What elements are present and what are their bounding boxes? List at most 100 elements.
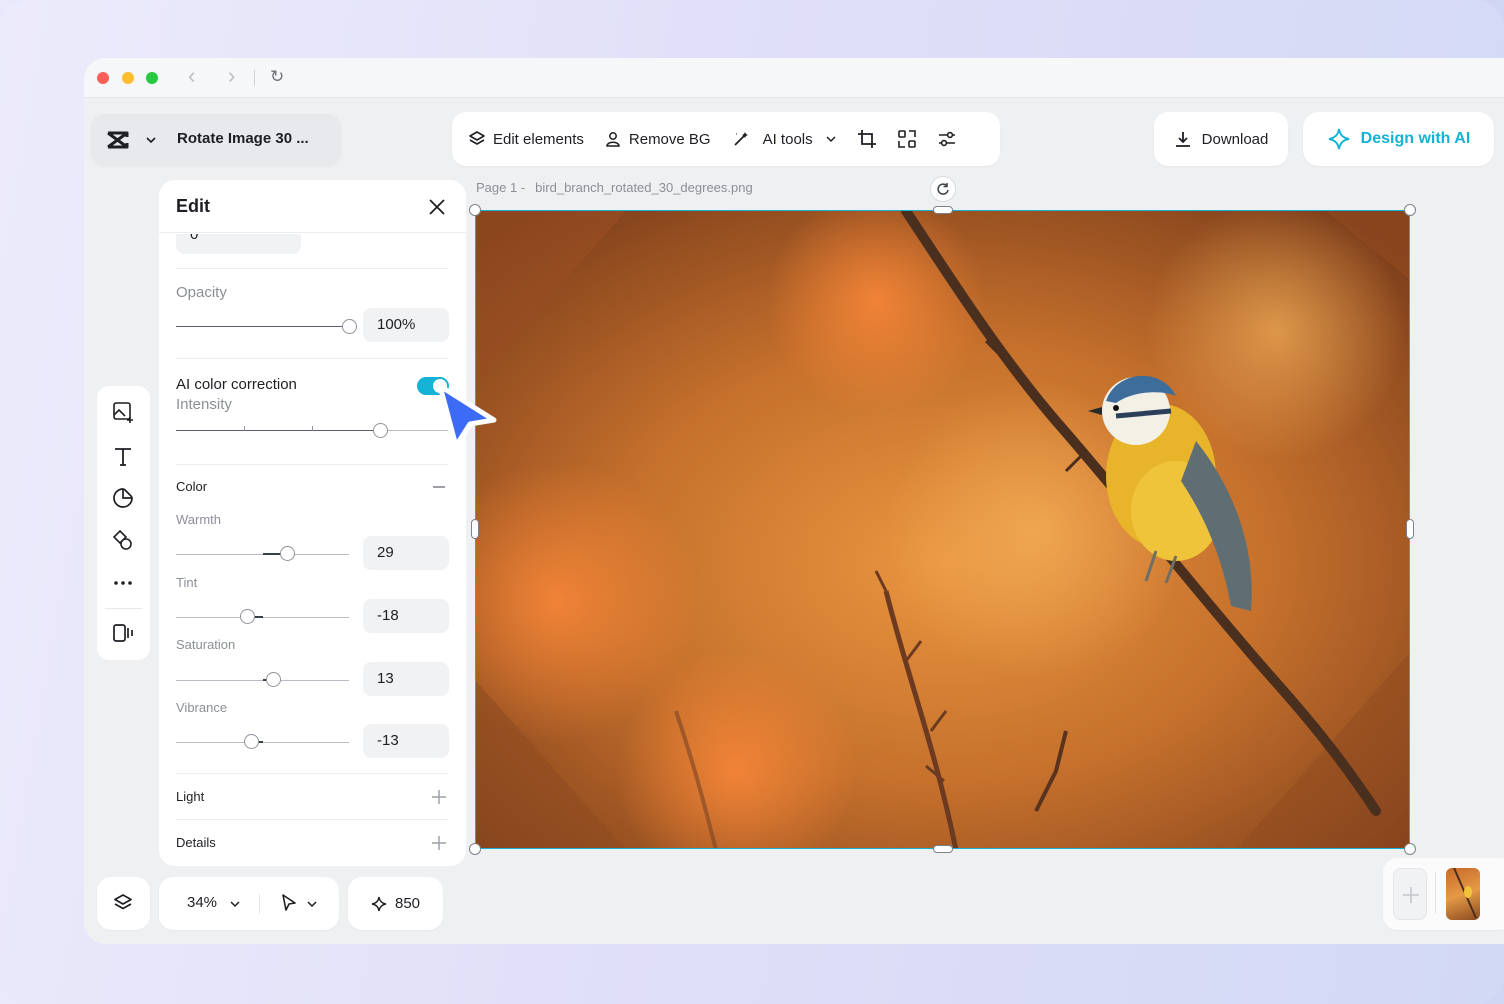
back-icon[interactable]: ‹	[188, 63, 195, 89]
design-with-ai-label: Design with AI	[1360, 130, 1471, 147]
chevron-down-icon[interactable]	[306, 898, 318, 910]
chevron-down-icon[interactable]	[145, 134, 157, 146]
minimize-window-button[interactable]	[122, 72, 134, 84]
header-divider	[159, 232, 466, 233]
expand-plus-icon[interactable]	[431, 789, 447, 805]
tint-label: Tint	[176, 575, 198, 590]
resize-handle[interactable]	[1404, 204, 1416, 216]
vibrance-value[interactable]: -13	[363, 724, 449, 758]
add-page-button[interactable]	[1393, 868, 1427, 920]
download-button[interactable]: Download	[1154, 112, 1288, 166]
bird-photo	[476, 211, 1409, 848]
sliders-icon	[938, 131, 955, 147]
credits-button[interactable]: 850	[348, 877, 443, 930]
saturation-slider-knob[interactable]	[266, 672, 281, 687]
project-menu[interactable]: Rotate Image 30 ...	[91, 114, 341, 166]
saturation-label: Saturation	[176, 637, 236, 652]
color-section-label: Color	[176, 479, 208, 494]
resize-handle[interactable]	[933, 206, 953, 214]
rotate-icon	[937, 183, 949, 195]
pointer-icon[interactable]	[279, 893, 299, 913]
divider	[176, 358, 448, 359]
edit-elements-button[interactable]: Edit elements	[462, 112, 590, 166]
adjust-button[interactable]	[931, 112, 963, 166]
page-thumbnail[interactable]	[1446, 868, 1480, 920]
person-icon	[606, 132, 620, 147]
add-image-icon[interactable]	[111, 400, 135, 424]
opacity-slider[interactable]	[176, 326, 350, 327]
shapes-icon[interactable]	[111, 528, 135, 552]
page-number: Page 1 -	[476, 180, 526, 195]
forward-icon[interactable]: ›	[228, 63, 235, 89]
more-icon[interactable]	[111, 571, 135, 595]
opacity-slider-knob[interactable]	[342, 319, 357, 334]
pages-icon[interactable]	[111, 621, 135, 645]
project-title: Rotate Image 30 ...	[177, 130, 309, 147]
light-section-label: Light	[176, 789, 205, 804]
remove-bg-button[interactable]: Remove BG	[598, 112, 717, 166]
vibrance-slider-knob[interactable]	[244, 734, 259, 749]
canvas-image[interactable]	[475, 210, 1410, 849]
rotate-handle[interactable]	[930, 176, 956, 202]
divider	[259, 894, 260, 914]
ai-sparkle-icon	[1328, 128, 1349, 150]
scan-icon	[897, 130, 916, 148]
tick-mark	[244, 426, 245, 431]
intensity-slider-knob[interactable]	[373, 423, 388, 438]
intensity-slider-fill	[176, 430, 380, 431]
page-thumbnails	[1383, 858, 1504, 930]
resize-handle[interactable]	[469, 204, 481, 216]
warmth-value[interactable]: 29	[363, 536, 449, 570]
download-icon	[1175, 132, 1190, 147]
file-name: bird_branch_rotated_30_degrees.png	[535, 180, 753, 195]
magic-wand-icon	[733, 132, 748, 146]
resize-handle[interactable]	[469, 843, 481, 855]
tint-slider-knob[interactable]	[240, 609, 255, 624]
warmth-label: Warmth	[176, 512, 222, 527]
saturation-value[interactable]: 13	[363, 662, 449, 696]
ai-tools-button[interactable]: AI tools	[725, 112, 843, 166]
divider	[176, 819, 448, 820]
layers-button[interactable]	[97, 877, 150, 930]
tint-value[interactable]: -18	[363, 599, 449, 633]
sparkle-icon	[371, 896, 387, 911]
text-icon[interactable]	[111, 444, 135, 468]
remove-bg-label: Remove BG	[628, 130, 711, 148]
tick-mark	[312, 426, 313, 431]
collapse-icon[interactable]	[433, 486, 445, 488]
chevron-down-icon	[826, 136, 836, 143]
details-section-label: Details	[176, 835, 216, 850]
chevron-down-icon[interactable]	[229, 898, 241, 910]
ai-tools-label: AI tools	[762, 130, 813, 148]
resize-handle[interactable]	[471, 519, 479, 539]
maximize-window-button[interactable]	[146, 72, 158, 84]
crop-icon	[857, 130, 876, 148]
divider	[176, 268, 448, 269]
ai-color-correction-label: AI color correction	[176, 376, 297, 393]
resize-handle[interactable]	[1406, 519, 1414, 539]
close-icon[interactable]	[428, 198, 446, 216]
design-with-ai-button[interactable]: Design with AI	[1303, 112, 1494, 166]
zoom-level[interactable]: 34%	[187, 894, 217, 911]
divider	[1435, 872, 1436, 914]
reload-icon[interactable]: ↻	[270, 67, 284, 87]
sticker-icon[interactable]	[111, 486, 135, 510]
vibrance-label: Vibrance	[176, 700, 228, 715]
divider	[176, 773, 448, 774]
thumbnail-image	[1453, 868, 1477, 919]
zoom-controls: 34%	[159, 877, 339, 930]
divider	[176, 464, 448, 465]
top-value-field[interactable]: 0	[176, 234, 301, 254]
intensity-label: Intensity	[176, 396, 232, 413]
close-window-button[interactable]	[97, 72, 109, 84]
warmth-slider-knob[interactable]	[280, 546, 295, 561]
resize-handle[interactable]	[933, 845, 953, 853]
resize-handle[interactable]	[1404, 843, 1416, 855]
scan-button[interactable]	[891, 112, 923, 166]
opacity-value[interactable]: 100%	[363, 308, 449, 342]
capcut-logo-icon	[107, 131, 129, 149]
credits-count: 850	[394, 895, 421, 912]
expand-plus-icon[interactable]	[431, 835, 447, 851]
crop-button[interactable]	[851, 112, 883, 166]
plus-icon	[1403, 887, 1419, 903]
